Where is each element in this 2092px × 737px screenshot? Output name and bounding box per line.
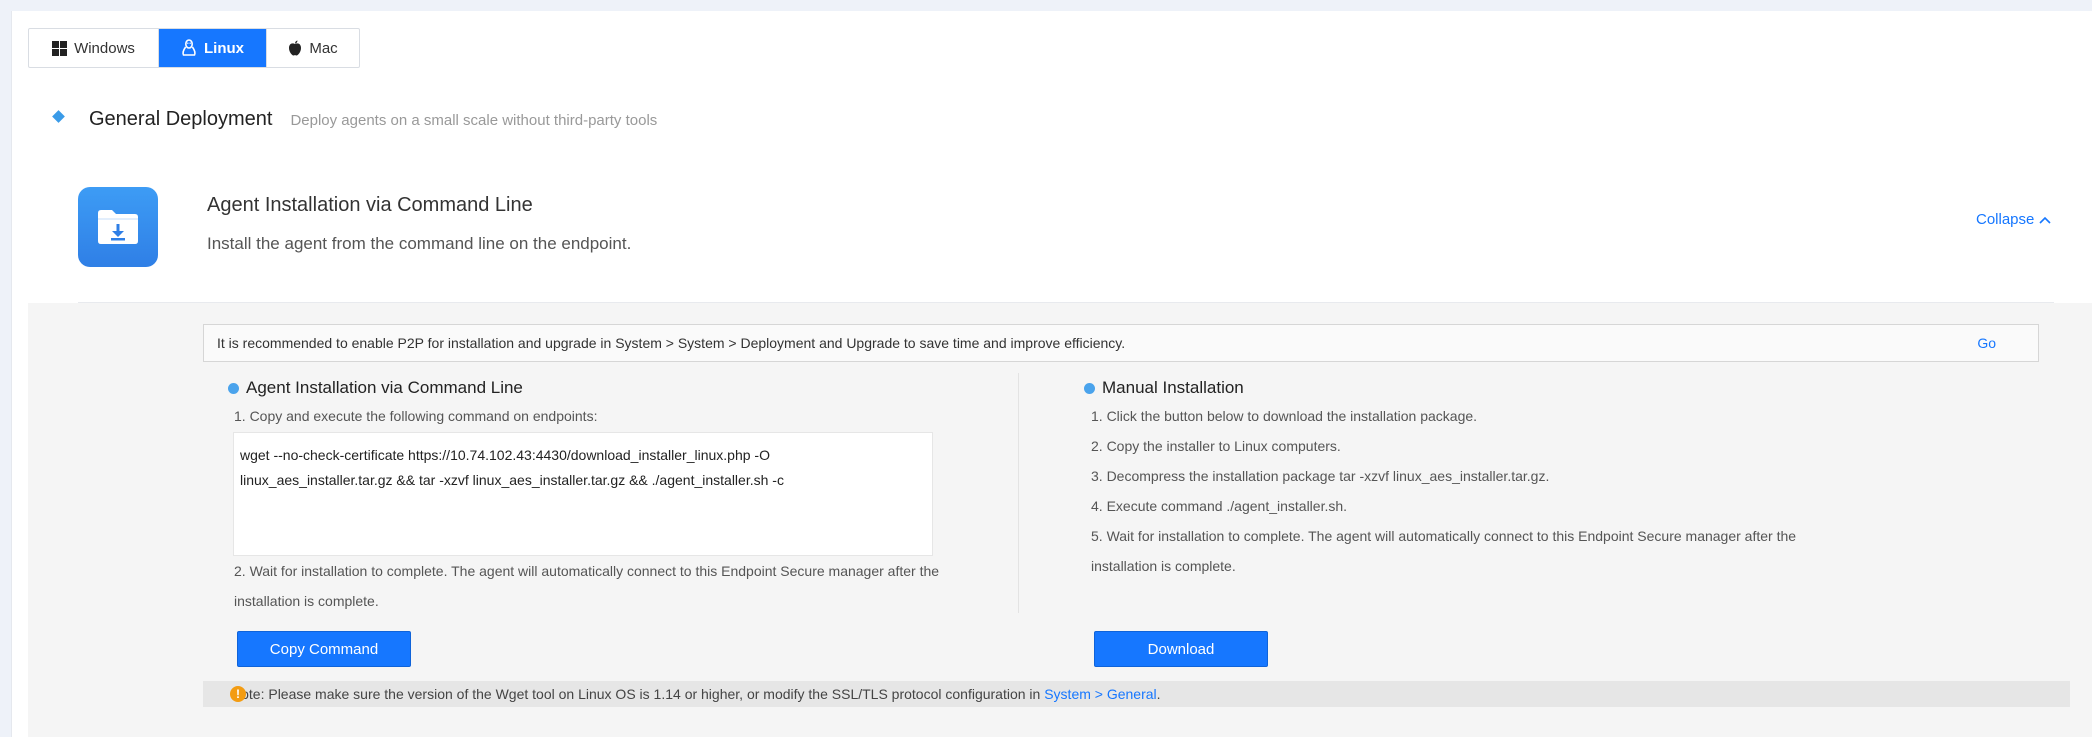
- chevron-up-icon: [2039, 211, 2051, 228]
- download-button[interactable]: Download: [1094, 631, 1268, 667]
- section-title: General Deployment: [89, 108, 273, 130]
- tab-windows-label: Windows: [74, 39, 135, 57]
- p2p-notice: It is recommended to enable P2P for inst…: [203, 324, 2039, 362]
- note-suffix: .: [1156, 686, 1161, 702]
- tab-mac[interactable]: Mac: [267, 29, 359, 67]
- card-title: Agent Installation via Command Line: [207, 194, 533, 216]
- cli-section-title: Agent Installation via Command Line: [228, 378, 523, 398]
- tab-linux[interactable]: Linux: [159, 29, 267, 67]
- column-divider: [1018, 373, 1019, 613]
- copy-command-button[interactable]: Copy Command: [237, 631, 411, 667]
- collapse-label: Collapse: [1976, 211, 2035, 228]
- manual-step-3: 3. Decompress the installation package t…: [1091, 468, 1550, 484]
- folder-download-icon: [78, 187, 158, 267]
- windows-icon: [52, 40, 68, 56]
- manual-step-1: 1. Click the button below to download th…: [1091, 408, 1478, 424]
- cli-step-2-line2: installation is complete.: [234, 593, 379, 609]
- manual-step-5-line1: 5. Wait for installation to complete. Th…: [1091, 528, 1797, 544]
- note-text: Note: Please make sure the version of th…: [231, 686, 1041, 702]
- bullet-dot: [1084, 382, 1095, 394]
- command-line-1: wget --no-check-certificate https://10.7…: [240, 447, 770, 463]
- manual-title-label: Manual Installation: [1102, 378, 1244, 397]
- go-link[interactable]: Go: [1977, 335, 1996, 351]
- diamond-icon: [52, 110, 65, 123]
- tab-windows[interactable]: Windows: [29, 29, 159, 67]
- command-line-2: linux_aes_installer.tar.gz && tar -xzvf …: [240, 472, 784, 488]
- os-tabs: Windows Linux Mac: [28, 28, 360, 68]
- manual-step-2: 2. Copy the installer to Linux computers…: [1091, 438, 1341, 454]
- manual-step-4: 4. Execute command ./agent_installer.sh.: [1091, 498, 1348, 514]
- collapse-link[interactable]: Collapse: [1976, 211, 2051, 228]
- cli-title-label: Agent Installation via Command Line: [246, 378, 523, 397]
- command-box[interactable]: wget --no-check-certificate https://10.7…: [233, 432, 933, 556]
- cli-step-2-line1: 2. Wait for installation to complete. Th…: [234, 563, 940, 579]
- linux-icon: [181, 39, 197, 57]
- card-subtitle: Install the agent from the command line …: [207, 234, 632, 253]
- cli-step-1: 1. Copy and execute the following comman…: [234, 408, 598, 424]
- tab-linux-label: Linux: [204, 39, 244, 57]
- apple-icon: [288, 40, 302, 56]
- tab-mac-label: Mac: [309, 39, 338, 57]
- section-header: General Deployment Deploy agents on a sm…: [52, 108, 658, 131]
- system-general-link[interactable]: System > General: [1044, 686, 1156, 702]
- manual-section-title: Manual Installation: [1084, 378, 1244, 398]
- section-description: Deploy agents on a small scale without t…: [290, 112, 658, 129]
- bullet-dot: [228, 382, 239, 394]
- wget-note: Note: Please make sure the version of th…: [203, 681, 2070, 707]
- p2p-notice-text: It is recommended to enable P2P for inst…: [217, 335, 1126, 351]
- warning-icon: !: [230, 686, 246, 702]
- manual-step-5-line2: installation is complete.: [1091, 558, 1236, 574]
